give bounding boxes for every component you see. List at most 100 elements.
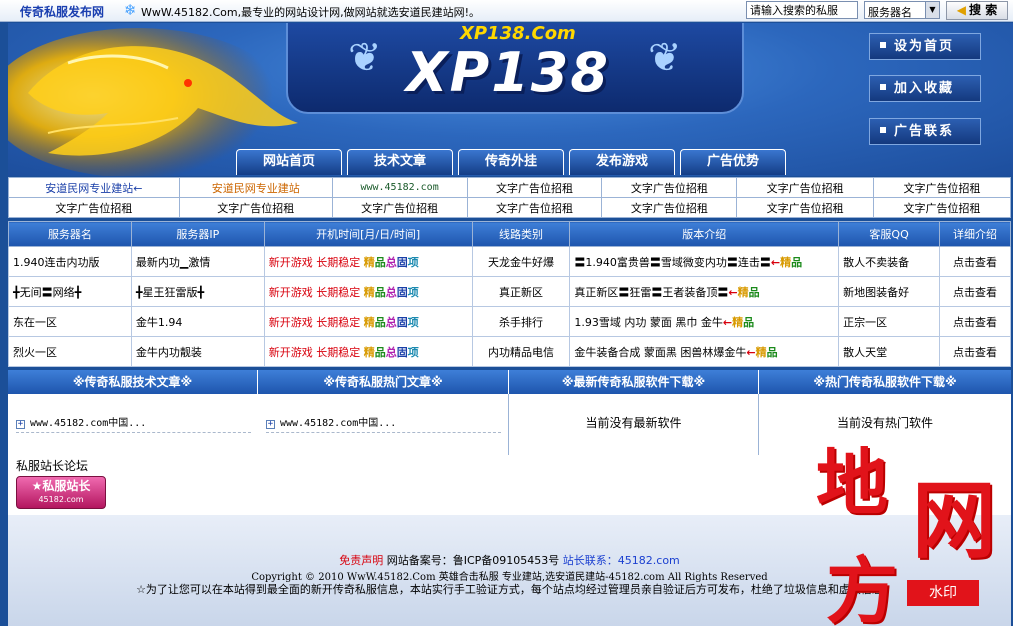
version-text: 1.93雪域 内功 蒙面 黑巾 金牛 xyxy=(574,315,723,329)
section-body-hot-articles: + www.45182.com中国... xyxy=(258,394,509,455)
column-header: 版本介绍 xyxy=(569,221,840,247)
search-input[interactable] xyxy=(746,1,858,19)
ad-contact-button[interactable]: 广告联系 xyxy=(869,118,981,145)
disclaimer-link[interactable]: 免责声明 xyxy=(339,554,383,567)
tag-char: 项 xyxy=(407,345,419,359)
nav-tab-ads[interactable]: 广告优势 xyxy=(680,149,786,175)
detail-link[interactable]: 点击查看 xyxy=(939,336,1011,367)
line-type: 杀手排行 xyxy=(471,306,571,337)
search-category-value: 服务器名 xyxy=(868,6,912,19)
tag-char: 精 xyxy=(363,345,375,359)
tag-char: 品 xyxy=(374,255,386,269)
footer-band: 免责声明 网站备案号：鲁ICP备09105453号 站长联系：45182.com… xyxy=(8,515,1011,626)
site-brand-link[interactable]: 传奇私服发布网 xyxy=(20,3,104,20)
plus-box-icon: + xyxy=(16,419,25,429)
forum-banner[interactable]: ★私服站长 45182.com xyxy=(16,476,106,509)
text-link-table: 安道民网专业建站← 安道民网专业建站 www.45182.com 文字广告位招租… xyxy=(8,177,1011,218)
nav-tab-home[interactable]: 网站首页 xyxy=(236,149,342,175)
column-header: 开机时间[月/日/时间] xyxy=(263,221,473,247)
link-cell[interactable]: 文字广告位招租 xyxy=(601,197,738,218)
server-name[interactable]: 烈火一区 xyxy=(8,336,132,367)
tag-char: 固 xyxy=(396,345,408,359)
tag-char: 固 xyxy=(396,285,408,299)
site-header: ❦ XP138.Com XP138 ❦ 设为首页 加入收藏 广告联系 网站首页 … xyxy=(8,23,1013,176)
detail-link[interactable]: 点击查看 xyxy=(939,246,1011,277)
table-header-row: 服务器名 服务器IP 开机时间[月/日/时间] 线路类别 版本介绍 客服QQ 详… xyxy=(8,221,1011,247)
tag-char: 固 xyxy=(396,255,408,269)
contact-link[interactable]: 站长联系：45182.com xyxy=(563,554,680,567)
link-cell[interactable]: 文字广告位招租 xyxy=(601,177,738,198)
line-type: 真正新区 xyxy=(471,276,571,307)
section-head-hot-articles[interactable]: ※传奇私服热门文章※ xyxy=(258,370,509,394)
server-name[interactable]: 东在一区 xyxy=(8,306,132,337)
version-text: 金牛装备合成 蒙面黑 困兽林爆金牛 xyxy=(574,345,747,359)
tag-char: 总 xyxy=(385,315,397,329)
section-head-tech-articles[interactable]: ※传奇私服技术文章※ xyxy=(8,370,258,394)
set-homepage-label: 设为首页 xyxy=(894,39,955,54)
link-cell[interactable]: 文字广告位招租 xyxy=(873,197,1011,218)
empty-hot-software: 当前没有热门软件 xyxy=(836,416,933,430)
version-text: 〓1.940富贵兽〓雪域微变内功〓连击〓 xyxy=(574,255,771,269)
add-favorite-button[interactable]: 加入收藏 xyxy=(869,75,981,102)
table-row: 东在一区 金牛1.94 新开游戏 长期稳定 精品总固项 杀手排行 1.93雪域 内功 蒙… xyxy=(8,306,1011,337)
tag-char: 精 xyxy=(755,345,767,359)
link-cell[interactable]: 文字广告位招租 xyxy=(873,177,1011,198)
service-qq: 正宗一区 xyxy=(838,306,941,337)
ad-contact-label: 广告联系 xyxy=(894,124,955,139)
link-cell[interactable]: 文字广告位招租 xyxy=(8,197,180,218)
server-name[interactable]: 1.940连击内功版 xyxy=(8,246,132,277)
version-intro: 真正新区〓狂雷〓王者装备顶〓←精品 xyxy=(569,276,840,307)
link-cell[interactable]: 安道民网专业建站← xyxy=(8,177,180,198)
square-bullet-icon xyxy=(880,42,886,48)
detail-link[interactable]: 点击查看 xyxy=(939,306,1011,337)
tag-char: 总 xyxy=(385,255,397,269)
column-header: 客服QQ xyxy=(838,221,941,247)
nav-tab-articles[interactable]: 技术文章 xyxy=(347,149,453,175)
link-cell[interactable]: 文字广告位招租 xyxy=(466,177,603,198)
table-row: 烈火一区 金牛内功靓装 新开游戏 长期稳定 精品总固项 内功精品电信 金牛装备合成 蒙面… xyxy=(8,336,1011,367)
nav-tab-publish[interactable]: 发布游戏 xyxy=(569,149,675,175)
stable-text: 长期稳定 xyxy=(316,315,361,329)
right-wing-icon: ❦ xyxy=(648,35,682,81)
search-button[interactable]: ◀ 搜 索 xyxy=(946,1,1008,20)
link-cell[interactable]: 安道民网专业建站 xyxy=(178,177,333,198)
arrow-left-icon: ← xyxy=(770,255,781,269)
tag-char: 项 xyxy=(407,315,419,329)
square-bullet-icon xyxy=(880,127,886,133)
detail-link[interactable]: 点击查看 xyxy=(939,276,1011,307)
article-link[interactable]: + www.45182.com中国... xyxy=(266,414,501,433)
link-cell[interactable]: www.45182.com xyxy=(331,177,468,198)
nav-tab-plugins[interactable]: 传奇外挂 xyxy=(458,149,564,175)
section-head-new-software[interactable]: ※最新传奇私服软件下载※ xyxy=(509,370,759,394)
open-new-text: 新开游戏 xyxy=(268,255,313,269)
set-homepage-button[interactable]: 设为首页 xyxy=(869,33,981,60)
server-name[interactable]: ╋无间〓网络╋ xyxy=(8,276,132,307)
link-cell[interactable]: 文字广告位招租 xyxy=(736,177,875,198)
service-qq: 散人天堂 xyxy=(838,336,941,367)
forum-label: 私服站长论坛 xyxy=(16,459,89,473)
forum-section: 私服站长论坛 ★私服站长 45182.com xyxy=(8,455,1011,515)
search-button-label: 搜 索 xyxy=(969,3,998,17)
version-text: 真正新区〓狂雷〓王者装备顶〓 xyxy=(574,285,729,299)
link-cell[interactable]: 文字广告位招租 xyxy=(331,197,468,218)
tag-char: 品 xyxy=(766,345,778,359)
tag-char: 项 xyxy=(407,285,419,299)
tag-char: 总 xyxy=(385,285,397,299)
link-cell[interactable]: 文字广告位招租 xyxy=(466,197,603,218)
logo-plate: ❦ XP138.Com XP138 ❦ xyxy=(286,23,744,114)
search-category-select[interactable]: 服务器名 ▼ xyxy=(864,1,940,19)
tag-char: 精 xyxy=(737,285,749,299)
open-time: 新开游戏 长期稳定 精品总固项 xyxy=(263,246,473,277)
arrow-left-icon: ← xyxy=(722,315,733,329)
stable-text: 长期稳定 xyxy=(316,255,361,269)
link-cell[interactable]: 文字广告位招租 xyxy=(178,197,333,218)
tag-char: 品 xyxy=(748,285,760,299)
article-link[interactable]: + www.45182.com中国... xyxy=(16,414,251,433)
link-cell[interactable]: 文字广告位招租 xyxy=(736,197,875,218)
chevron-down-icon: ▼ xyxy=(925,2,939,18)
column-header: 服务器IP xyxy=(130,221,265,247)
site-logo[interactable]: XP138 xyxy=(406,41,610,104)
footer-line-1: 免责声明 网站备案号：鲁ICP备09105453号 站长联系：45182.com xyxy=(8,552,1011,568)
open-time: 新开游戏 长期稳定 精品总固项 xyxy=(263,336,473,367)
section-head-hot-software[interactable]: ※热门传奇私服软件下载※ xyxy=(759,370,1011,394)
